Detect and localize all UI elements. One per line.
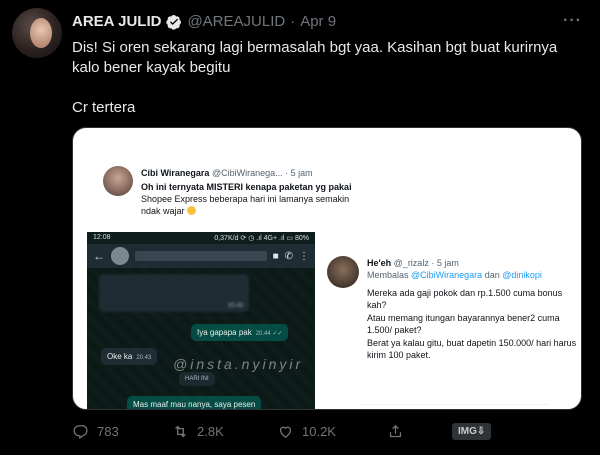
message-time: 20.43	[227, 303, 243, 309]
reply-count: 783	[97, 424, 119, 439]
embedded-header: Cibi Wiranegara @CibiWiranega... · 5 jam	[141, 168, 313, 178]
chat-area: 20.43 Iya gapapa pak 20.44 ✓✓ Oke ka 20.43…	[87, 268, 315, 409]
contact-name-blurred	[135, 251, 267, 261]
reply-line: Berat ya kalau gitu, buat dapetin 150.00…	[367, 338, 577, 360]
menu-dots-icon: ⋮	[299, 250, 309, 262]
separator-dot: ·	[290, 13, 296, 30]
tweet-text-line: Dis! Si oren sekarang lagi bermasalah bg…	[72, 39, 558, 76]
reply-avatar	[327, 256, 359, 288]
tweet-header: AREA JULID @AREAJULID · Apr 9	[72, 13, 336, 30]
like-count: 10.2K	[302, 424, 336, 439]
reply-line: Atau memang itungan bayarannya bener2 cu…	[367, 313, 560, 335]
share-button[interactable]	[387, 423, 404, 440]
reply-button[interactable]: 783	[72, 423, 119, 440]
embedded-avatar	[103, 166, 133, 196]
embedded-name: Cibi Wiranegara	[141, 168, 210, 178]
date-divider: HARI INI	[179, 372, 215, 386]
embedded-text-bold: Oh ini ternyata MISTERI kenapa paketan y…	[141, 182, 352, 192]
phone-status-icons: 0,37K/d ⟳ ◷ .ıl 4G+ .ıl ▭ 80%	[214, 235, 309, 242]
chat-header: ← ■ ✆ ⋮	[87, 244, 315, 268]
image-download-button[interactable]: IMG⇩	[452, 423, 492, 440]
whatsapp-screenshot: 12:08 0,37K/d ⟳ ◷ .ıl 4G+ .ıl ▭ 80% ← ■ …	[87, 232, 315, 409]
phone-time: 12:08	[93, 234, 111, 241]
more-options-icon[interactable]: ···	[563, 12, 582, 30]
retweet-count: 2.8K	[197, 424, 224, 439]
worried-emoji-icon	[187, 206, 197, 215]
tweet-text: Dis! Si oren sekarang lagi bermasalah bg…	[72, 38, 582, 138]
back-arrow-icon: ←	[93, 249, 105, 263]
share-icon	[389, 424, 402, 438]
tweet-text-line: Cr tertera	[72, 99, 136, 116]
message-text: Oke ka	[107, 352, 133, 361]
tweet-date[interactable]: Apr 9	[300, 13, 336, 30]
message-bubble: Oke ka 20.43	[101, 348, 158, 365]
video-call-icon: ■	[272, 250, 279, 262]
contact-avatar	[111, 247, 129, 265]
embedded-text: Oh ini ternyata MISTERI kenapa paketan y…	[141, 181, 361, 217]
display-name[interactable]: AREA JULID	[72, 13, 161, 30]
reply-header: He'eh @_rizalz · 5 jam	[367, 258, 459, 268]
handle[interactable]: @AREAJULID	[187, 13, 285, 30]
mention-link: @dinikopi	[502, 270, 542, 280]
phone-call-icon: ✆	[284, 250, 293, 262]
watermark: @insta.nyinyir	[173, 356, 304, 372]
embedded-handle: @CibiWiranega... · 5 jam	[211, 168, 313, 178]
reply-line: Mereka ada gaji pokok dan rp.1.500 cuma …	[367, 288, 563, 310]
replying-mid: dan	[482, 270, 503, 280]
message-bubble: Mas maaf mau nanya, saya pesen	[127, 396, 262, 409]
retweet-button[interactable]: 2.8K	[172, 423, 224, 440]
mention-link: @CibiWiranegara	[411, 270, 483, 280]
tweet-actions: 783 2.8K 10.2K IMG⇩	[72, 423, 512, 443]
like-button[interactable]: 10.2K	[277, 423, 336, 440]
message-bubble: Iya gapapa pak 20.44 ✓✓	[191, 324, 289, 341]
message-time: 20.44 ✓✓	[255, 331, 283, 337]
message-time: 20.43	[136, 355, 152, 361]
divider	[359, 404, 549, 405]
tweet-media-image[interactable]: Cibi Wiranegara @CibiWiranega... · 5 jam…	[72, 127, 582, 410]
retweet-icon	[175, 425, 186, 438]
phone-status-bar: 12:08 0,37K/d ⟳ ◷ .ıl 4G+ .ıl ▭ 80%	[87, 232, 315, 244]
reply-name: He'eh	[367, 258, 392, 268]
reply-icon	[73, 425, 88, 440]
heart-icon	[279, 426, 292, 438]
blurred-message: 20.43	[99, 274, 249, 312]
reply-handle: @_rizalz · 5 jam	[393, 258, 459, 268]
message-text: Iya gapapa pak	[197, 328, 252, 337]
replying-to: Membalas @CibiWiranegara dan @dinikopi	[367, 270, 542, 280]
profile-avatar[interactable]	[12, 8, 62, 58]
replying-prefix: Membalas	[367, 270, 412, 280]
reply-body: Mereka ada gaji pokok dan rp.1.500 cuma …	[367, 287, 577, 362]
verified-badge-icon	[166, 14, 182, 30]
embedded-text-rest: Shopee Express beberapa hari ini lamanya…	[141, 194, 350, 216]
